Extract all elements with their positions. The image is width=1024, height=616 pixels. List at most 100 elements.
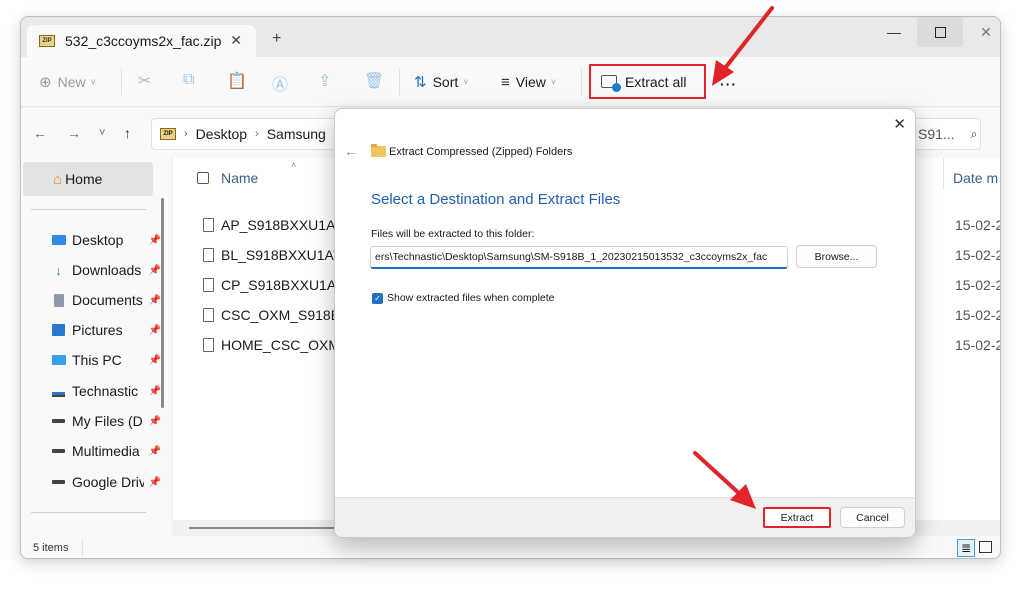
sidebar-item-pictures[interactable]: Pictures 📌 (51, 317, 161, 343)
file-name: HOME_CSC_OXM_ (221, 337, 348, 353)
destination-label: Files will be extracted to this folder: (371, 228, 535, 240)
breadcrumb-samsung[interactable]: Samsung (267, 126, 326, 142)
extract-folder-icon (601, 75, 621, 92)
dialog-heading: Select a Destination and Extract Files (371, 191, 621, 208)
pictures-icon (51, 324, 66, 336)
pin-icon: 📌 (148, 294, 161, 306)
tab-zip-file[interactable]: ZIP 532_c3ccoyms2x_fac.zip ✕ (27, 25, 256, 57)
pin-icon: 📌 (148, 324, 161, 336)
paste-icon[interactable]: 📋 (227, 71, 247, 91)
pin-icon: 📌 (148, 445, 161, 457)
sidebar-item-label: Documents (72, 292, 143, 308)
file-icon (203, 338, 214, 352)
close-window-button[interactable]: ✕ (963, 17, 1000, 47)
file-icon (203, 278, 214, 292)
maximize-button[interactable] (917, 17, 963, 47)
file-icon (203, 218, 214, 232)
sidebar-item-this-pc[interactable]: This PC 📌 (51, 347, 161, 373)
show-files-label[interactable]: Show extracted files when complete (387, 292, 555, 304)
divider (399, 69, 400, 95)
minimize-button[interactable]: — (871, 17, 917, 47)
sidebar-item-my-files[interactable]: My Files (D:) 📌 (51, 408, 161, 434)
sidebar-item-documents[interactable]: Documents 📌 (51, 287, 161, 313)
column-header-name[interactable]: Name (221, 170, 258, 186)
divider (121, 69, 122, 95)
more-options-button[interactable]: ··· (720, 69, 737, 99)
new-button[interactable]: ⊕ New ˅ (39, 67, 96, 97)
extract-dialog: ✕ ← Extract Compressed (Zipped) Folders … (334, 108, 916, 538)
sidebar-item-home[interactable]: ⌂ Home (23, 162, 153, 196)
sidebar-item-multimedia[interactable]: Multimedia 📌 (51, 438, 161, 464)
cut-icon[interactable]: ✂ (138, 71, 151, 91)
extract-button[interactable]: Extract (763, 507, 831, 528)
back-icon[interactable]: ← (33, 125, 47, 141)
view-label: View (515, 74, 546, 90)
sort-ascending-icon: ˄ (291, 160, 297, 170)
sidebar-item-label: This PC (72, 352, 122, 368)
file-date: 15-02-2 (955, 337, 1001, 353)
zipped-folder-icon (371, 144, 386, 157)
file-date: 15-02-2 (955, 277, 1001, 293)
home-icon: ⌂ (53, 170, 63, 188)
show-files-checkbox[interactable]: ✓ (372, 293, 383, 304)
dialog-close-icon[interactable]: ✕ (893, 115, 906, 133)
file-date: 15-02-2 (955, 217, 1001, 233)
browse-button[interactable]: Browse... (796, 245, 877, 268)
breadcrumb-separator: › (255, 128, 259, 140)
new-tab-button[interactable]: + (272, 30, 281, 48)
tab-close-icon[interactable]: ✕ (230, 32, 242, 49)
delete-icon[interactable]: 🗑 (364, 71, 384, 91)
maximize-icon (934, 26, 946, 38)
chevron-down-icon: ˅ (90, 77, 96, 87)
chevron-down-icon: ˅ (550, 77, 557, 87)
column-divider[interactable] (943, 158, 944, 190)
file-name: CP_S918BXXU1AW (221, 277, 349, 293)
divider (82, 540, 83, 556)
cancel-button[interactable]: Cancel (840, 507, 905, 528)
pin-icon: 📌 (148, 476, 161, 488)
divider (31, 512, 146, 513)
sidebar-item-label: Multimedia (72, 443, 140, 459)
dialog-footer: Extract Cancel (335, 497, 915, 537)
chevron-down-icon: ˅ (463, 77, 469, 87)
select-all-checkbox[interactable] (197, 172, 209, 184)
breadcrumb-desktop[interactable]: Desktop (196, 126, 247, 142)
dialog-back-icon[interactable]: ← (344, 143, 358, 159)
sort-icon: ⇅ (414, 74, 427, 91)
sidebar-item-label: Home (65, 171, 103, 187)
file-icon (203, 308, 214, 322)
drive-icon (51, 419, 66, 423)
new-label: New (57, 74, 86, 90)
zip-file-icon: ZIP (39, 35, 55, 47)
destination-path-input[interactable] (370, 246, 788, 269)
zip-location-icon: ZIP (160, 128, 176, 140)
rename-icon[interactable]: Ⓐ (272, 71, 288, 95)
up-icon[interactable]: ↑ (124, 125, 131, 141)
title-bar: ZIP 532_c3ccoyms2x_fac.zip ✕ + — ✕ (21, 17, 1000, 57)
recent-locations-icon[interactable]: ˅ (99, 127, 105, 139)
share-icon[interactable]: ⇪ (318, 71, 331, 91)
sidebar-item-downloads[interactable]: ↓ Downloads 📌 (51, 257, 161, 283)
sidebar-item-desktop[interactable]: Desktop 📌 (51, 227, 161, 253)
search-icon: ⌕ (970, 126, 978, 141)
column-header-date-modified[interactable]: Date m (953, 170, 998, 186)
sidebar-item-technastic[interactable]: Technastic 📌 (51, 378, 161, 404)
sidebar-scrollbar[interactable] (161, 198, 164, 408)
file-name: BL_S918BXXU1AW (221, 247, 347, 263)
details-view-button[interactable]: ≣ (957, 539, 975, 557)
document-icon (51, 293, 66, 307)
sidebar-item-label: Technastic (72, 383, 139, 399)
file-date: 15-02-2 (955, 307, 1001, 323)
drive-icon (51, 449, 66, 453)
forward-icon[interactable]: → (67, 125, 81, 141)
tiles-view-button[interactable] (979, 541, 992, 553)
item-count: 5 items (33, 542, 69, 554)
sidebar-item-google-drive[interactable]: Google Drive 📌 (51, 469, 161, 495)
sidebar-item-label: Google Drive (72, 474, 144, 490)
extract-all-button[interactable]: Extract all (589, 64, 706, 99)
extract-all-label: Extract all (625, 73, 687, 90)
sort-button[interactable]: ⇅ Sort ˅ (414, 67, 469, 97)
command-bar: ⊕ New ˅ ✂ ⧉ 📋 Ⓐ ⇪ 🗑 ⇅ Sort ˅ ≡ View ˅ Ex… (21, 57, 1000, 107)
view-button[interactable]: ≡ View ˅ (501, 67, 556, 97)
copy-icon[interactable]: ⧉ (183, 71, 194, 89)
